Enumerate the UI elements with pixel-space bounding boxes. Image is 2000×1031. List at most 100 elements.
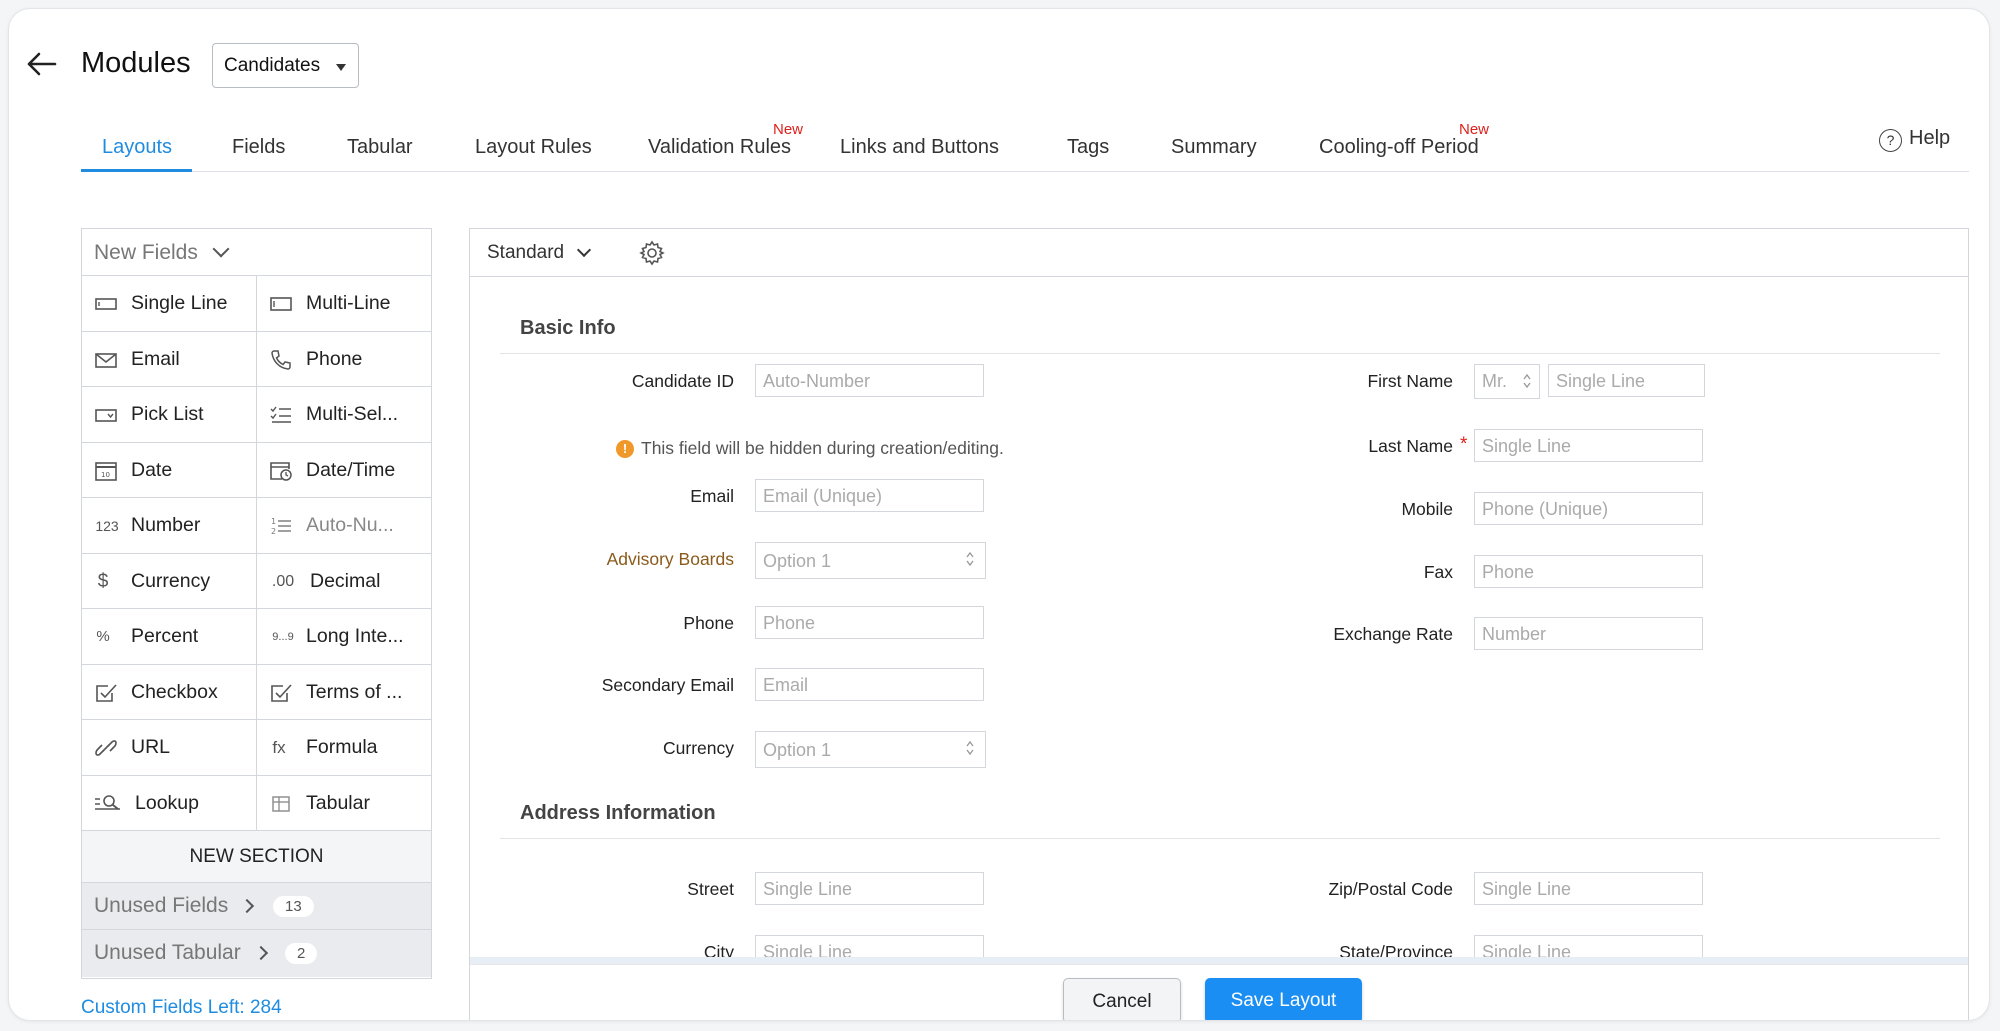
advisory-boards-label: Advisory Boards (606, 549, 734, 569)
field-percent[interactable]: % Percent (82, 609, 257, 665)
info-icon: ! (616, 440, 634, 458)
currency-label: Currency (663, 738, 734, 758)
url-icon (95, 740, 117, 756)
help-link[interactable]: Help (1909, 127, 1950, 150)
field-decimal[interactable]: .00 Decimal (257, 554, 432, 609)
field-checkbox[interactable]: Checkbox (82, 664, 257, 720)
mobile-field[interactable]: Phone (Unique) (1474, 492, 1703, 525)
candidate-id-field[interactable]: Auto-Number (755, 364, 984, 397)
field-tabular[interactable]: Tabular (257, 776, 432, 831)
new-fields-label: New Fields (94, 241, 198, 264)
tab-bar: Layouts Fields Tabular Layout Rules Vali… (81, 119, 1969, 172)
new-badge: New (1459, 121, 1490, 138)
gear-icon[interactable] (639, 240, 665, 266)
datetime-icon (270, 461, 292, 481)
auto-number-icon: 12 (271, 517, 291, 536)
checkbox-icon (96, 683, 117, 702)
field-phone[interactable]: Phone (257, 332, 432, 387)
field-url[interactable]: URL (82, 720, 257, 776)
street-label: Street (687, 879, 734, 899)
field-email[interactable]: Email (82, 331, 257, 387)
last-name-field[interactable]: Single Line (1474, 429, 1703, 462)
tab-cooling-off-period[interactable]: Cooling-off Period (1319, 136, 1479, 159)
field-label: URL (131, 736, 171, 758)
caret-down-icon (336, 64, 346, 71)
chevron-down-icon (212, 240, 230, 258)
field-date-time[interactable]: Date/Time (257, 443, 432, 498)
back-arrow-icon[interactable] (23, 49, 59, 79)
advisory-boards-value: Option 1 (763, 551, 832, 571)
field-label: Long Inte... (306, 625, 404, 647)
field-label: Multi-Sel... (306, 403, 399, 425)
unused-tabular-toggle[interactable]: Unused Tabular 2 (82, 930, 431, 977)
field-lookup[interactable]: Lookup (82, 775, 257, 831)
required-indicator: * (1460, 434, 1468, 455)
unused-fields-toggle[interactable]: Unused Fields 13 (82, 883, 431, 930)
tab-layouts[interactable]: Layouts (102, 136, 172, 159)
chevron-down-icon[interactable] (576, 242, 592, 258)
layout-select[interactable]: Standard (487, 242, 564, 264)
field-formula[interactable]: fx Formula (257, 720, 432, 776)
new-section-button[interactable]: NEW SECTION (82, 831, 431, 883)
action-bar: Cancel Save Layout (470, 964, 1968, 1020)
field-long-integer[interactable]: 9...9 Long Inte... (257, 609, 432, 665)
svg-text:2: 2 (271, 527, 276, 536)
salutation-value: Mr. (1482, 371, 1507, 391)
email-field[interactable]: Email (Unique) (755, 479, 984, 512)
field-pick-list[interactable]: Pick List (82, 387, 257, 443)
first-name-label: First Name (1367, 371, 1453, 391)
single-line-icon (95, 298, 117, 310)
module-select-value: Candidates (224, 55, 321, 76)
exchange-rate-field[interactable]: Number (1474, 617, 1703, 650)
field-single-line[interactable]: Single Line (82, 276, 257, 332)
field-multi-line[interactable]: Multi-Line (257, 276, 432, 332)
last-name-label: Last Name (1368, 436, 1453, 456)
field-currency[interactable]: $ Currency (82, 553, 257, 609)
secondary-email-field[interactable]: Email (755, 668, 984, 701)
spinner-icon (1523, 373, 1531, 389)
tab-tags[interactable]: Tags (1067, 136, 1109, 159)
chevron-right-icon (239, 898, 255, 914)
tab-summary[interactable]: Summary (1171, 136, 1257, 159)
currency-select[interactable]: Option 1 (755, 731, 986, 768)
street-field[interactable]: Single Line (755, 872, 984, 905)
help-icon[interactable]: ? (1879, 129, 1902, 152)
svg-text:1: 1 (271, 517, 276, 526)
field-number[interactable]: 123 Number (82, 498, 257, 554)
advisory-boards-select[interactable]: Option 1 (755, 542, 986, 579)
active-tab-indicator (81, 169, 192, 172)
layout-toolbar: Standard (470, 229, 1968, 277)
exchange-rate-label: Exchange Rate (1333, 624, 1453, 644)
field-label: Phone (306, 347, 363, 370)
new-fields-dropdown[interactable]: New Fields (82, 229, 431, 276)
phone-field[interactable]: Phone (755, 606, 984, 639)
fax-field[interactable]: Phone (1474, 555, 1703, 588)
field-label: Lookup (135, 791, 199, 814)
unused-fields-count: 13 (273, 896, 314, 917)
save-layout-button[interactable]: Save Layout (1205, 978, 1362, 1020)
tab-links-and-buttons[interactable]: Links and Buttons (840, 136, 999, 159)
tab-layout-rules[interactable]: Layout Rules (475, 136, 592, 159)
candidate-id-label: Candidate ID (631, 371, 734, 391)
picklist-icon (95, 409, 117, 422)
cancel-button[interactable]: Cancel (1063, 978, 1181, 1020)
field-multi-select[interactable]: Multi-Sel... (257, 387, 432, 443)
address-info-title: Address Information (520, 802, 716, 824)
field-terms-of-use[interactable]: Terms of ... (257, 665, 432, 720)
salutation-select[interactable]: Mr. (1474, 364, 1540, 399)
svg-text:10: 10 (101, 471, 110, 479)
fax-label: Fax (1423, 562, 1453, 582)
spinner-icon (966, 740, 974, 756)
terms-icon (271, 683, 292, 702)
field-auto-number[interactable]: 12 Auto-Nu... (257, 498, 432, 554)
tab-tabular[interactable]: Tabular (347, 136, 413, 159)
tab-fields[interactable]: Fields (232, 136, 285, 159)
module-select[interactable]: Candidates (212, 43, 359, 88)
zip-field[interactable]: Single Line (1474, 872, 1703, 905)
first-name-field[interactable]: Single Line (1548, 364, 1705, 397)
tab-validation-rules[interactable]: Validation Rules (648, 136, 791, 159)
field-date[interactable]: 10 Date (82, 442, 257, 498)
field-label: Date (131, 458, 173, 481)
lookup-icon (95, 794, 120, 810)
field-label: Tabular (306, 791, 370, 814)
